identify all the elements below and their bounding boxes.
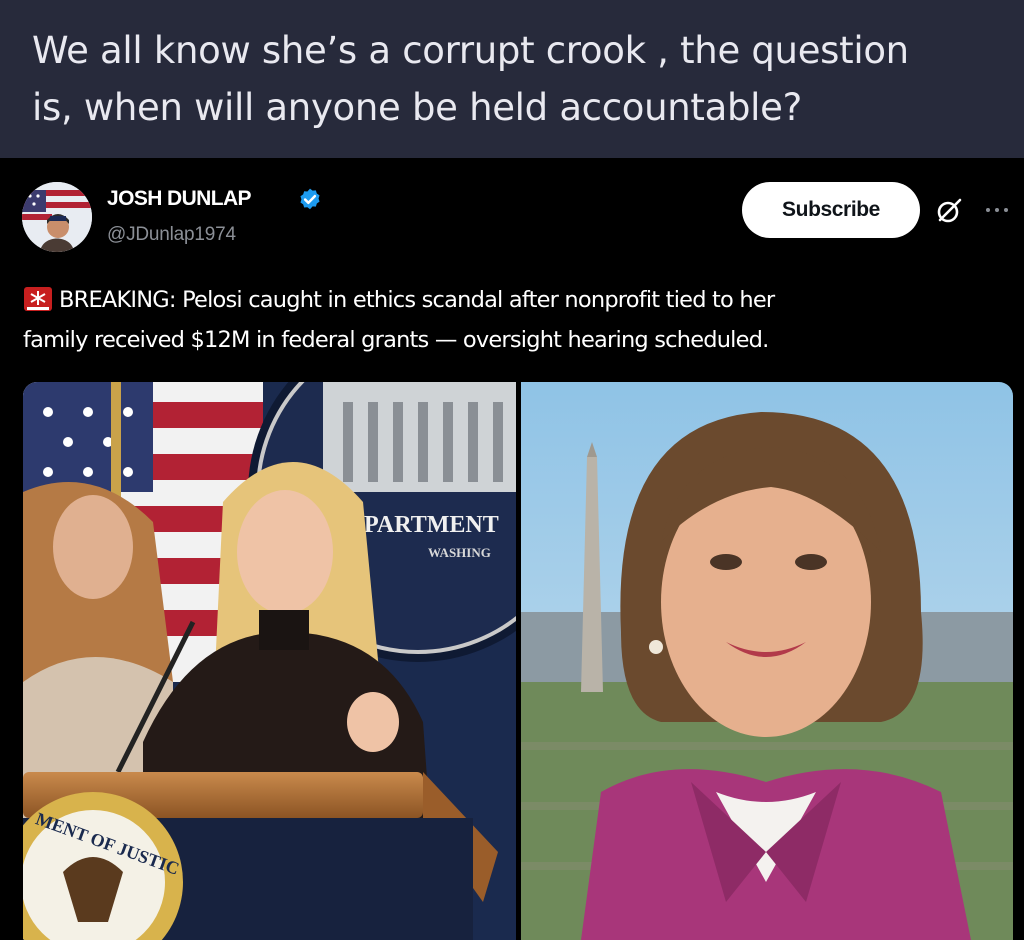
post-media[interactable]: EPARTMENT WASHING MENT OF JUSTIC (23, 382, 1013, 940)
caption-line-2: is, when will anyone be held accountable… (32, 86, 802, 129)
post-text-line-1: BREAKING: Pelosi caught in ethics scanda… (59, 287, 775, 313)
media-photo-left[interactable]: EPARTMENT WASHING MENT OF JUSTIC (23, 382, 516, 940)
siren-emoji-icon (24, 287, 52, 311)
backdrop-seal-text: EPARTMENT (348, 512, 499, 538)
grok-icon[interactable] (934, 196, 964, 226)
post-text-line-2: family received $12M in federal grants —… (23, 327, 769, 353)
subscribe-button[interactable]: Subscribe (742, 182, 920, 238)
caption-bar: We all know she’s a corrupt crook , the … (0, 0, 1024, 158)
verified-badge-icon (300, 188, 320, 210)
more-icon[interactable] (982, 200, 1012, 220)
caption-line-1: We all know she’s a corrupt crook , the … (32, 29, 909, 72)
backdrop-seal-subtext: WASHING (428, 545, 491, 560)
author-handle[interactable]: @JDunlap1974 (107, 224, 236, 246)
media-photo-right[interactable] (521, 382, 1013, 940)
author-name[interactable]: JOSH DUNLAP (107, 187, 252, 211)
post-card[interactable]: JOSH DUNLAP @JDunlap1974 Subscribe BREAK… (0, 158, 1024, 940)
avatar[interactable] (22, 182, 92, 252)
post-text: BREAKING: Pelosi caught in ethics scanda… (23, 280, 1013, 360)
